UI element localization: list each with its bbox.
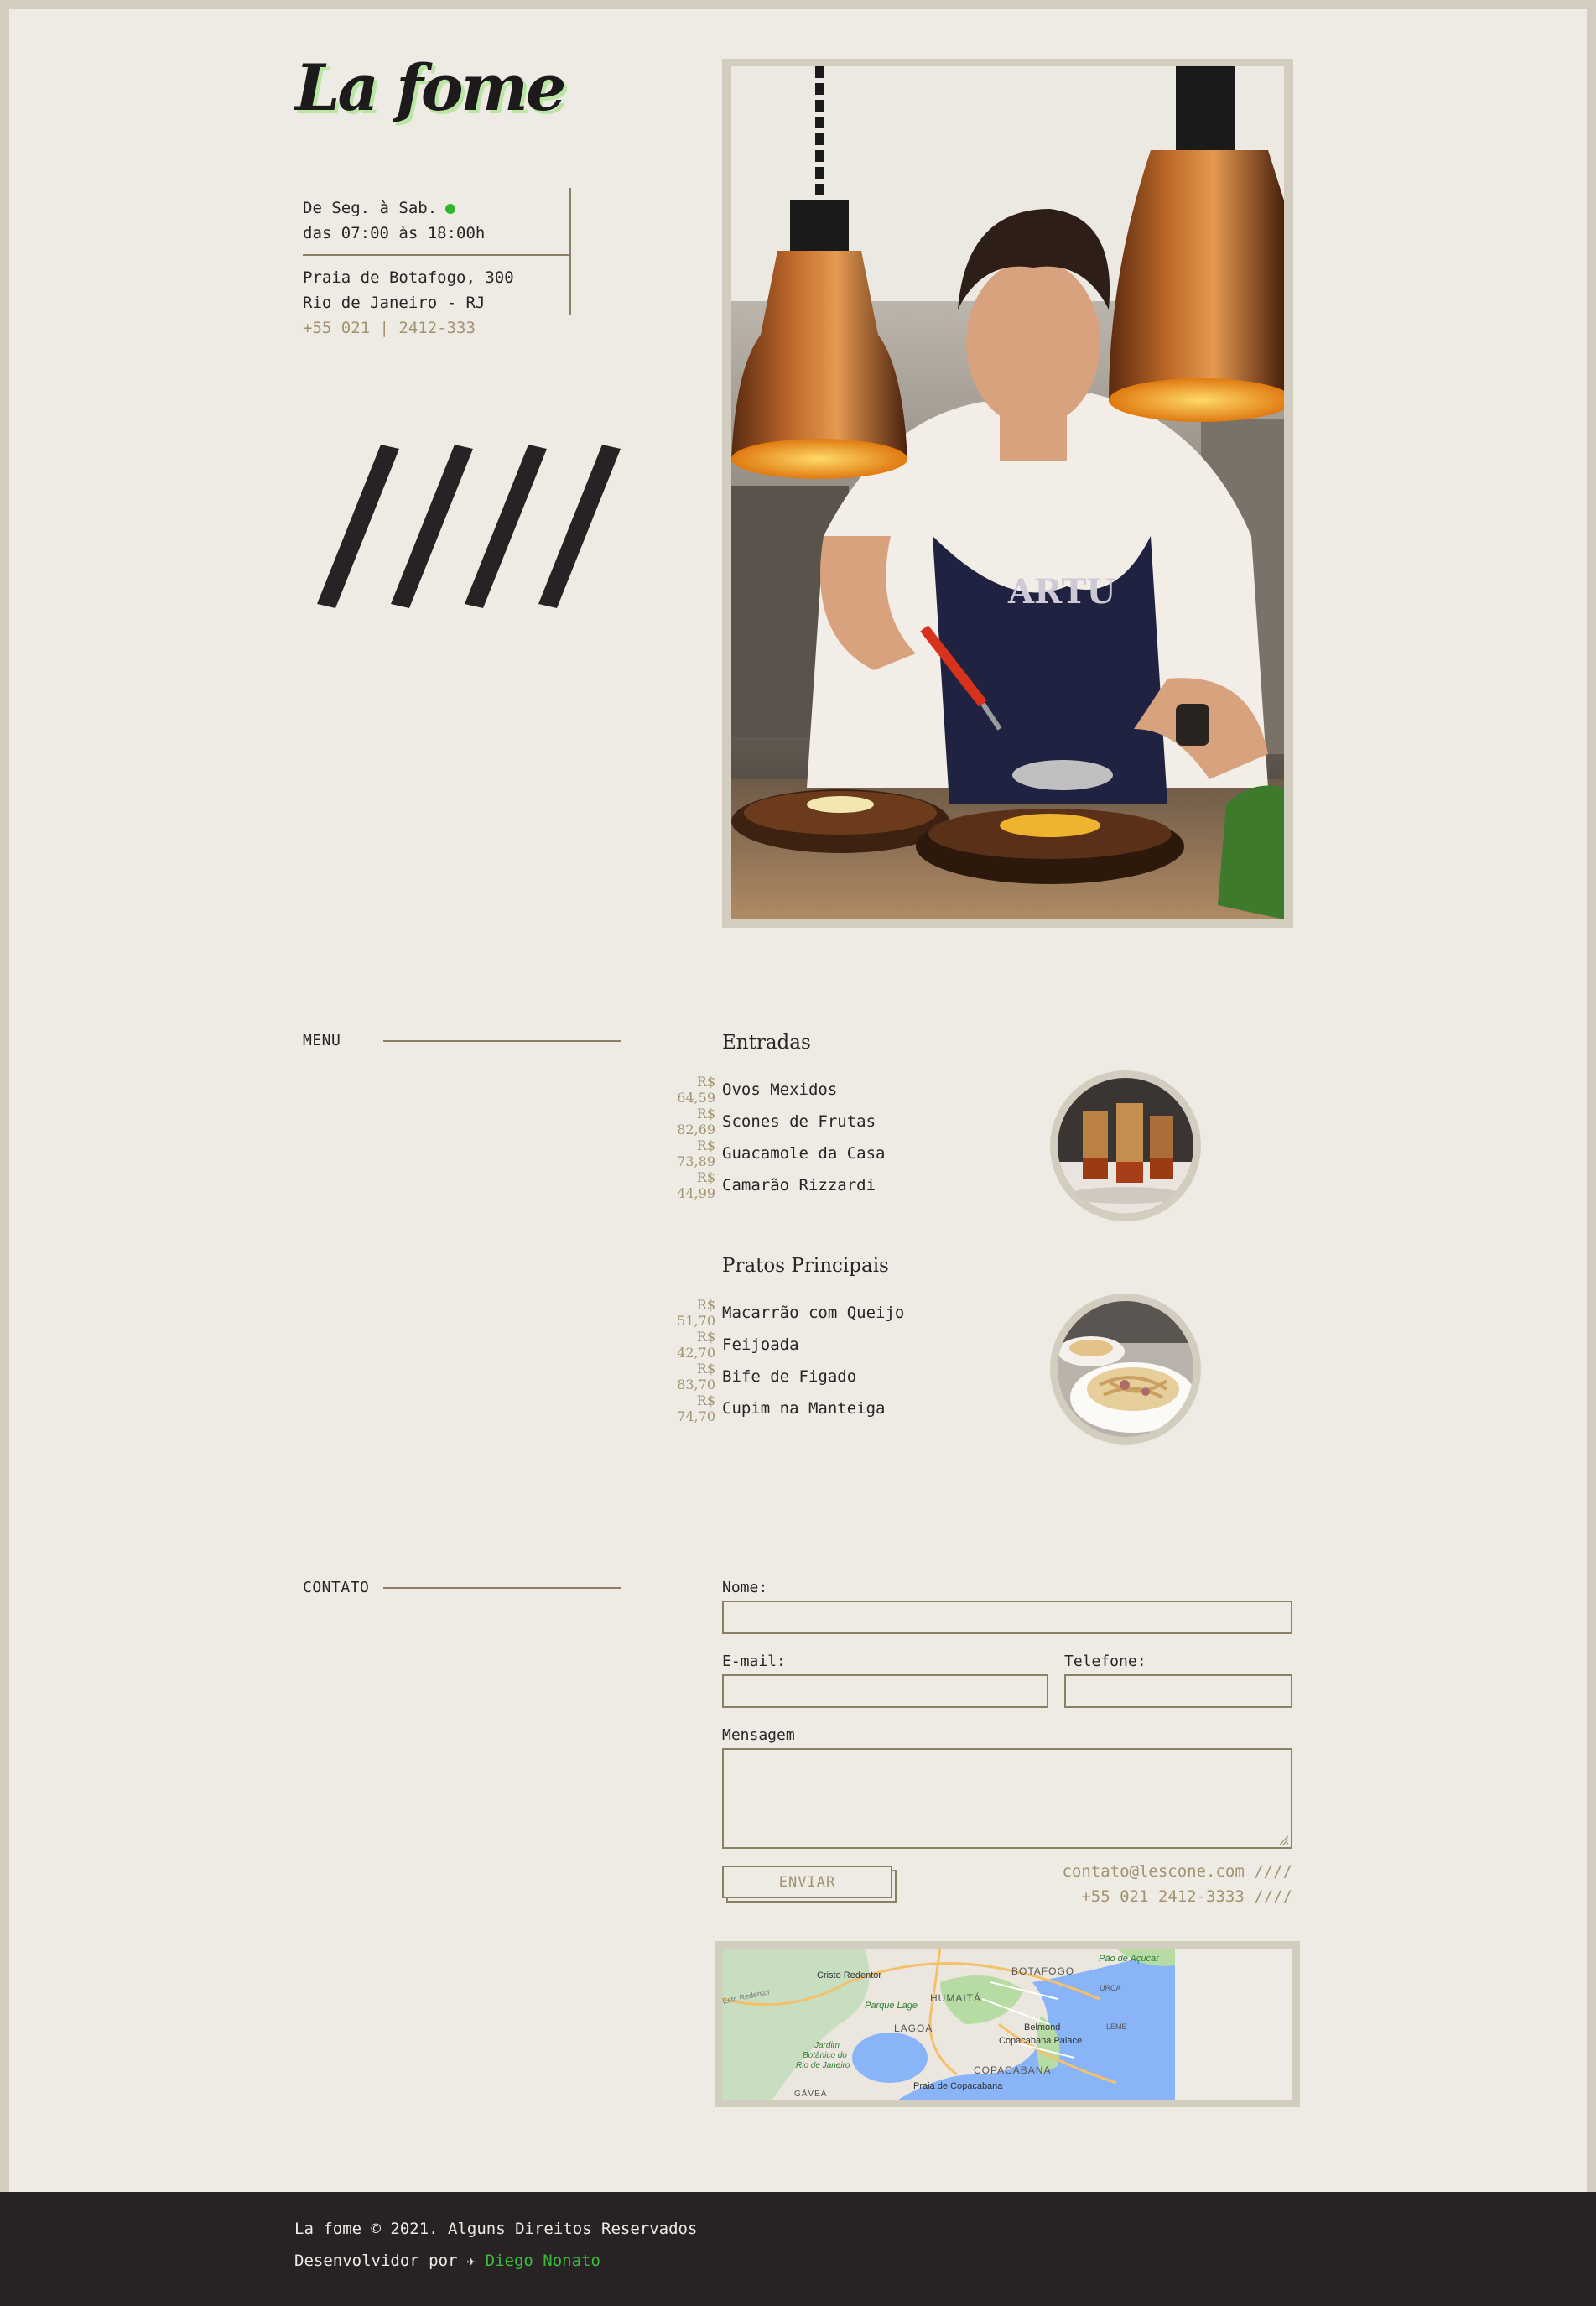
map-frame: Cristo Redentor BOTAFOGO Pão de Açucar E… — [715, 1941, 1300, 2107]
menu-item-price: R$ 73,89 — [677, 1137, 715, 1169]
map-label: URCA — [1100, 1984, 1121, 1992]
menu-item-name: Guacamole da Casa — [722, 1144, 886, 1163]
menu-item[interactable]: R$ 82,69 Scones de Frutas — [654, 1106, 990, 1137]
menu-item[interactable]: R$ 44,99 Camarão Rizzardi — [654, 1169, 990, 1201]
developer-link[interactable]: Diego Nonato — [486, 2251, 600, 2270]
email-field[interactable] — [722, 1674, 1048, 1708]
menu-item-price: R$ 64,59 — [677, 1074, 715, 1106]
header-phone[interactable]: +55 021 | 2412-333 — [303, 315, 476, 341]
category-title-pratos-principais: Pratos Principais — [722, 1255, 889, 1277]
resize-handle-icon[interactable] — [1279, 1835, 1289, 1845]
category-title-entradas: Entradas — [722, 1032, 811, 1054]
map-label: Parque Lage — [865, 2001, 918, 2011]
info-divider-vertical — [569, 188, 571, 315]
developer-prefix: Desenvolvidor por — [294, 2251, 458, 2270]
email-label: E-mail: — [722, 1653, 786, 1670]
slashes-decoration — [317, 445, 621, 608]
menu-item[interactable]: R$ 83,70 Bife de Figado — [654, 1361, 990, 1392]
developer-credit: Desenvolvidor por ✈ Diego Nonato — [294, 2245, 600, 2277]
menu-list-entradas: R$ 64,59 Ovos Mexidos R$ 82,69 Scones de F… — [654, 1074, 990, 1201]
message-label: Mensagem — [722, 1726, 795, 1744]
menu-item[interactable]: R$ 64,59 Ovos Mexidos — [654, 1074, 990, 1106]
address-line-2: Rio de Janeiro - RJ — [303, 294, 486, 312]
map-label: Rio de Janeiro — [796, 2061, 850, 2070]
entradas-dish-photo — [1050, 1070, 1201, 1221]
logo[interactable]: La fome — [295, 50, 566, 125]
menu-item-name: Feijoada — [722, 1335, 799, 1354]
map-label: LEME — [1106, 2022, 1127, 2031]
menu-item-price: R$ 44,99 — [677, 1169, 715, 1201]
map-label: HUMAITÁ — [930, 1992, 981, 2004]
opening-time: das 07:00 às 18:00h — [303, 224, 486, 242]
address-line-1: Praia de Botafogo, 300 — [303, 268, 514, 287]
map-label: Copacabana Palace — [999, 2036, 1083, 2046]
map-label: Cristo Redentor — [817, 1970, 882, 1981]
menu-item-price: R$ 42,70 — [677, 1329, 715, 1361]
menu-item-name: Camarão Rizzardi — [722, 1176, 876, 1195]
contact-phone[interactable]: +55 021 2412-3333 //// — [956, 1884, 1292, 1909]
menu-item-price: R$ 83,70 — [677, 1361, 715, 1392]
send-button[interactable]: ENVIAR — [722, 1866, 892, 1898]
map-label: Botânico do — [803, 2051, 847, 2060]
map-label: LAGOA — [894, 2022, 933, 2034]
map-label: GÁVEA — [794, 2090, 828, 2099]
info-divider-horizontal — [303, 254, 570, 256]
menu-item-price: R$ 74,70 — [677, 1392, 715, 1424]
pratos-dish-photo — [1050, 1294, 1201, 1445]
map-label: Pão de Açucar — [1099, 1954, 1159, 1964]
menu-item[interactable]: R$ 42,70 Feijoada — [654, 1329, 990, 1361]
menu-item[interactable]: R$ 73,89 Guacamole da Casa — [654, 1137, 990, 1169]
chef-photo: ARTU — [731, 66, 1284, 919]
menu-section-label: MENU — [303, 1032, 341, 1049]
contact-section-label: CONTATO — [303, 1579, 370, 1596]
footer: La fome © 2021. Alguns Direitos Reservad… — [0, 2192, 1596, 2306]
map-label: Jardim — [814, 2041, 840, 2050]
address: Praia de Botafogo, 300 Rio de Janeiro - … — [303, 265, 514, 315]
map[interactable]: Cristo Redentor BOTAFOGO Pão de Açucar E… — [722, 1948, 1292, 2100]
menu-item-price: R$ 51,70 — [677, 1297, 715, 1329]
name-field[interactable] — [722, 1601, 1292, 1634]
map-label: COPACABANA — [974, 2064, 1052, 2076]
menu-item-name: Macarrão com Queijo — [722, 1304, 905, 1322]
map-label: Belmond — [1024, 2022, 1061, 2033]
menu-list-pratos-principais: R$ 51,70 Macarrão com Queijo R$ 42,70 Feij… — [654, 1297, 990, 1424]
menu-item-name: Scones de Frutas — [722, 1112, 876, 1131]
rocket-icon: ✈ — [466, 2253, 476, 2270]
copyright: La fome © 2021. Alguns Direitos Reservad… — [294, 2220, 698, 2238]
menu-item-name: Bife de Figado — [722, 1367, 857, 1386]
name-label: Nome: — [722, 1579, 768, 1596]
opening-hours: De Seg. à Sab. das 07:00 às 18:00h — [303, 195, 485, 246]
contact-email[interactable]: contato@lescone.com //// — [956, 1859, 1292, 1884]
menu-item[interactable]: R$ 74,70 Cupim na Manteiga — [654, 1392, 990, 1424]
contact-section-rule — [383, 1587, 621, 1589]
phone-label: Telefone: — [1064, 1653, 1146, 1670]
menu-section-rule — [383, 1040, 621, 1042]
svg-text:ARTU: ARTU — [1007, 572, 1115, 612]
open-status-dot — [445, 203, 456, 214]
phone-field[interactable] — [1064, 1674, 1292, 1708]
hero-image-frame: ARTU — [722, 59, 1293, 928]
map-label: Praia de Copacabana — [913, 2081, 1003, 2091]
opening-days: De Seg. à Sab. — [303, 199, 438, 217]
message-field[interactable] — [722, 1748, 1292, 1849]
contact-info: contato@lescone.com //// +55 021 2412-33… — [956, 1859, 1292, 1909]
menu-item[interactable]: R$ 51,70 Macarrão com Queijo — [654, 1297, 990, 1329]
menu-item-name: Ovos Mexidos — [722, 1080, 838, 1099]
menu-item-price: R$ 82,69 — [677, 1106, 715, 1137]
menu-item-name: Cupim na Manteiga — [722, 1399, 886, 1418]
map-label: BOTAFOGO — [1011, 1965, 1075, 1977]
